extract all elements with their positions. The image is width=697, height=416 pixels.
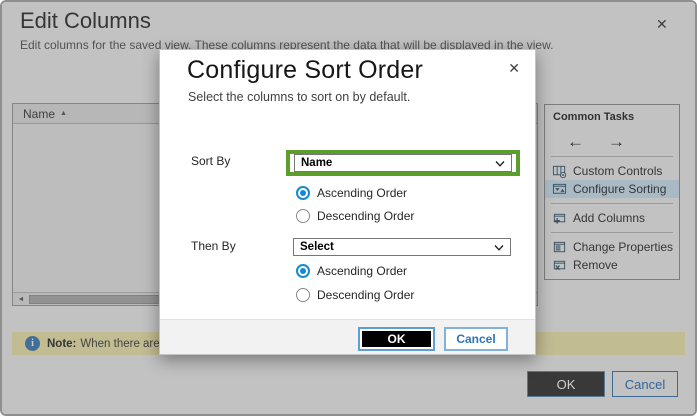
then-by-ascending-radio[interactable]: Ascending Order	[296, 264, 407, 278]
annotation-highlight-box: Name	[286, 150, 520, 176]
then-by-selected-value: Select	[300, 241, 334, 253]
dialog-close-icon[interactable]: ✕	[508, 60, 520, 77]
radio-unselected-icon	[296, 288, 310, 302]
sort-by-descending-radio[interactable]: Descending Order	[296, 209, 414, 223]
radio-selected-icon	[296, 264, 310, 278]
dialog-subtitle: Select the columns to sort on by default…	[188, 90, 410, 104]
sort-by-ascending-radio[interactable]: Ascending Order	[296, 186, 407, 200]
then-by-label: Then By	[191, 239, 236, 253]
dialog-cancel-button[interactable]: Cancel	[444, 327, 508, 351]
then-by-descending-radio[interactable]: Descending Order	[296, 288, 414, 302]
radio-unselected-icon	[296, 209, 310, 223]
dialog-title: Configure Sort Order	[187, 56, 423, 85]
radio-label: Ascending Order	[317, 264, 407, 278]
configure-sort-order-dialog: ✕ Configure Sort Order Select the column…	[159, 49, 536, 355]
chevron-down-icon	[495, 161, 505, 167]
sort-by-selected-value: Name	[301, 157, 332, 169]
then-by-dropdown[interactable]: Select	[293, 238, 511, 256]
radio-label: Ascending Order	[317, 186, 407, 200]
edit-columns-window: Edit Columns Edit columns for the saved …	[0, 0, 697, 416]
radio-label: Descending Order	[317, 288, 414, 302]
dialog-ok-button[interactable]: OK	[358, 327, 435, 351]
sort-by-dropdown[interactable]: Name	[294, 154, 512, 172]
radio-selected-icon	[296, 186, 310, 200]
sort-by-label: Sort By	[191, 154, 230, 168]
radio-label: Descending Order	[317, 209, 414, 223]
chevron-down-icon	[494, 245, 504, 251]
